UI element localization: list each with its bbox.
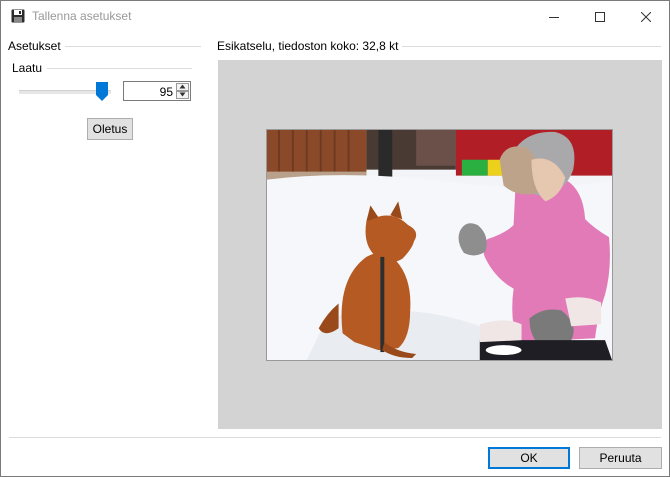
default-button[interactable]: Oletus bbox=[87, 118, 133, 140]
cancel-button[interactable]: Peruuta bbox=[579, 447, 662, 469]
maximize-button[interactable] bbox=[577, 1, 623, 32]
chevron-down-icon bbox=[179, 92, 186, 97]
preview-image bbox=[266, 129, 613, 361]
maximize-icon bbox=[595, 11, 605, 22]
title-bar: Tallenna asetukset bbox=[1, 1, 669, 32]
footer-separator bbox=[9, 437, 661, 438]
quality-slider-thumb[interactable] bbox=[96, 82, 108, 101]
quality-label: Laatu bbox=[12, 61, 47, 75]
minimize-button[interactable] bbox=[531, 1, 577, 32]
settings-group-label: Asetukset bbox=[8, 39, 65, 53]
minimize-icon bbox=[549, 16, 559, 18]
ok-button-label: OK bbox=[520, 451, 538, 465]
cancel-button-label: Peruuta bbox=[599, 451, 642, 465]
settings-group-border bbox=[65, 46, 201, 47]
floppy-disk-icon bbox=[11, 9, 25, 23]
close-icon bbox=[641, 11, 651, 22]
ok-button[interactable]: OK bbox=[488, 447, 570, 469]
preview-label: Esikatselu, tiedoston koko: 32,8 kt bbox=[217, 39, 403, 53]
default-button-label: Oletus bbox=[92, 122, 128, 136]
preview-group-border bbox=[401, 46, 661, 47]
spin-up-button[interactable] bbox=[176, 83, 189, 91]
save-settings-dialog: Tallenna asetukset Asetukset Laatu 95 Ol… bbox=[0, 0, 670, 477]
quality-value: 95 bbox=[159, 85, 173, 99]
chevron-up-icon bbox=[179, 84, 186, 89]
window-title: Tallenna asetukset bbox=[32, 9, 132, 23]
quality-spinbox[interactable]: 95 bbox=[123, 81, 191, 101]
quality-group-border bbox=[47, 68, 192, 69]
spin-buttons bbox=[176, 83, 189, 99]
close-button[interactable] bbox=[623, 1, 669, 32]
spin-down-button[interactable] bbox=[176, 91, 189, 99]
